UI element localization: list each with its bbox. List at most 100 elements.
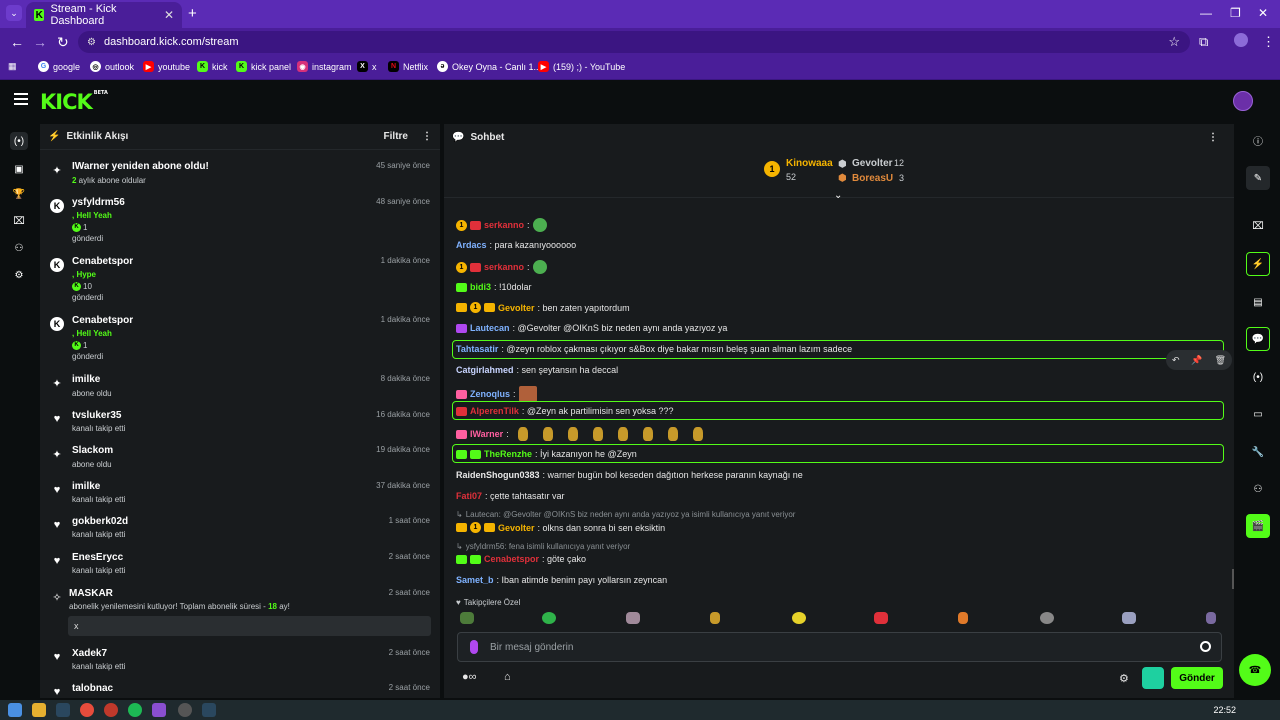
filter-button[interactable]: Filtre	[384, 131, 408, 142]
more-icon[interactable]: ⋮	[422, 131, 432, 142]
obs-icon[interactable]	[178, 703, 192, 717]
reply-icon[interactable]: ↶	[1172, 355, 1180, 366]
address-bar[interactable]: ⚙ dashboard.kick.com/stream ☆	[78, 31, 1190, 53]
bookmark-kick[interactable]: Kkick	[197, 61, 228, 72]
new-tab-icon[interactable]: +	[188, 5, 197, 22]
restore-icon[interactable]: ❐	[1230, 6, 1241, 20]
extensions-icon[interactable]: ⧉	[1199, 34, 1208, 50]
reload-icon[interactable]: ↻	[57, 34, 69, 51]
emote[interactable]	[958, 612, 968, 624]
avatar[interactable]	[1233, 91, 1253, 111]
kick-logo[interactable]: KICK BETA	[40, 90, 108, 114]
opera-icon[interactable]	[104, 703, 118, 717]
activity-icon[interactable]: ⚡	[1246, 252, 1270, 276]
microphone-icon[interactable]	[470, 640, 478, 654]
info-icon[interactable]: ⓘ	[1246, 128, 1270, 152]
event-time: 2 saat önce	[388, 588, 430, 597]
close-tab-icon[interactable]: ✕	[164, 8, 174, 22]
spotify-icon[interactable]	[128, 703, 142, 717]
profile-icon[interactable]	[1234, 33, 1248, 47]
bookmark-kick-panel[interactable]: Kkick panel	[236, 61, 291, 72]
instagram-icon: ◉	[297, 61, 308, 72]
event-detail: kanalı takip etti	[72, 566, 126, 575]
layout-icon[interactable]: ▭	[1246, 402, 1270, 426]
chat-icon[interactable]: 💬	[1246, 327, 1270, 351]
heart-icon: ♥	[53, 413, 61, 425]
close-window-icon[interactable]: ✕	[1258, 6, 1268, 20]
steam-icon[interactable]	[56, 703, 70, 717]
emote[interactable]	[1206, 612, 1216, 624]
scan-icon[interactable]: ⌧	[1246, 214, 1270, 238]
event-name: MASKAR	[69, 588, 113, 599]
users-icon[interactable]: ⚇	[1246, 477, 1270, 501]
bookmark-x[interactable]: Xx	[357, 61, 377, 72]
chrome-active-icon[interactable]	[152, 703, 166, 717]
event-time: 1 dakika önce	[380, 315, 430, 324]
pin-icon[interactable]: 📌	[1191, 355, 1202, 366]
kicks-icon: K	[50, 317, 64, 331]
delete-icon[interactable]: 🗑	[1215, 355, 1226, 366]
notes-icon[interactable]: ▤	[1246, 290, 1270, 314]
emote[interactable]	[710, 612, 720, 624]
dashboard-icon[interactable]: ▣	[10, 160, 28, 178]
scan-icon[interactable]: ⌧	[10, 212, 28, 230]
tab-search-icon[interactable]: ⌄	[6, 5, 22, 21]
chat-message: TheRenzhe: İyi kazanıyon he @Zeyn	[456, 449, 637, 459]
bookmark-youtube[interactable]: ▶ youtube	[143, 61, 190, 72]
emote[interactable]	[1040, 612, 1054, 624]
event-name: gokberk02d	[72, 516, 129, 527]
support-icon[interactable]: ☎	[1239, 654, 1271, 686]
okey-icon: ə	[437, 61, 448, 72]
send-button[interactable]: Gönder	[1171, 667, 1223, 689]
emote[interactable]	[874, 612, 888, 624]
emote[interactable]	[460, 612, 474, 624]
kicks-icon[interactable]: ●∞	[462, 671, 477, 683]
emoji-icon[interactable]	[1200, 641, 1211, 652]
windows-icon[interactable]	[8, 703, 22, 717]
chat-input[interactable]: Bir mesaj gönderin	[457, 632, 1222, 662]
bookmark-netflix[interactable]: N Netflix	[388, 61, 428, 72]
bookmark-youtube-2[interactable]: ▶ (159) ;) - YouTube	[538, 61, 625, 72]
clip-icon[interactable]: 🎬	[1246, 514, 1270, 538]
bookmark-star-icon[interactable]: ☆	[1168, 34, 1180, 50]
stream-icon[interactable]: (•)	[10, 132, 28, 150]
forward-icon[interactable]: →	[33, 34, 47, 50]
site-info-icon[interactable]: ⚙	[87, 37, 96, 48]
browser-tab[interactable]: K Stream - Kick Dashboard ✕	[26, 2, 182, 28]
top-gifters: 1 Kinowaaa 52 ⬢ Gevolter 12 ⬢ BoreasU 3 …	[444, 150, 1234, 201]
kick-emote-icon[interactable]	[1142, 667, 1164, 689]
minimize-icon[interactable]: —	[1200, 6, 1212, 20]
event-time: 2 saat önce	[388, 552, 430, 561]
bookmark-instagram[interactable]: ◉ instagram	[297, 61, 352, 72]
chrome-menu-icon[interactable]: ⋮	[1262, 34, 1275, 50]
event-detail: gönderdi	[72, 352, 104, 361]
bookmark-google[interactable]: Ggoogle	[38, 61, 80, 72]
emote[interactable]	[626, 612, 640, 624]
chrome-icon[interactable]	[80, 703, 94, 717]
explorer-icon[interactable]	[32, 703, 46, 717]
emote[interactable]	[1122, 612, 1136, 624]
url-text: dashboard.kick.com/stream	[104, 36, 239, 48]
back-icon[interactable]: ←	[10, 34, 24, 50]
bookmark-outlook[interactable]: ◎ outlook	[90, 61, 134, 72]
edit-icon[interactable]: ✎	[1246, 166, 1270, 190]
sparkle-icon: ✦	[52, 164, 62, 177]
bookmark-okey[interactable]: ə Okey Oyna - Canlı 1...	[437, 61, 541, 72]
emote[interactable]	[792, 612, 806, 624]
chat-settings-icon[interactable]: ⚙	[1119, 672, 1129, 685]
users-icon[interactable]: ⚇	[10, 239, 28, 257]
menu-icon[interactable]	[14, 93, 28, 105]
tools-icon[interactable]: 🔧	[1246, 440, 1270, 464]
trophy-icon[interactable]: 🏆	[10, 185, 28, 203]
emote[interactable]	[542, 612, 556, 624]
right-rail: ⓘ ✎ ⌧ ⚡ ▤ 💬 (•) ▭ 🔧 ⚇ 🎬 ☎	[1238, 122, 1280, 700]
collapse-icon[interactable]: ⌄	[834, 190, 842, 201]
store-icon[interactable]: ⌂	[504, 671, 511, 683]
apps-icon[interactable]: ▦	[8, 61, 17, 72]
more-icon[interactable]: ⋮	[1208, 132, 1218, 143]
chat-scrollbar[interactable]	[1232, 569, 1234, 589]
broadcast-icon[interactable]: (•)	[1246, 365, 1270, 389]
settings-icon[interactable]: ⚙	[10, 266, 28, 284]
top-gifter-name: Kinowaaa	[786, 158, 833, 169]
steam2-icon[interactable]	[202, 703, 216, 717]
